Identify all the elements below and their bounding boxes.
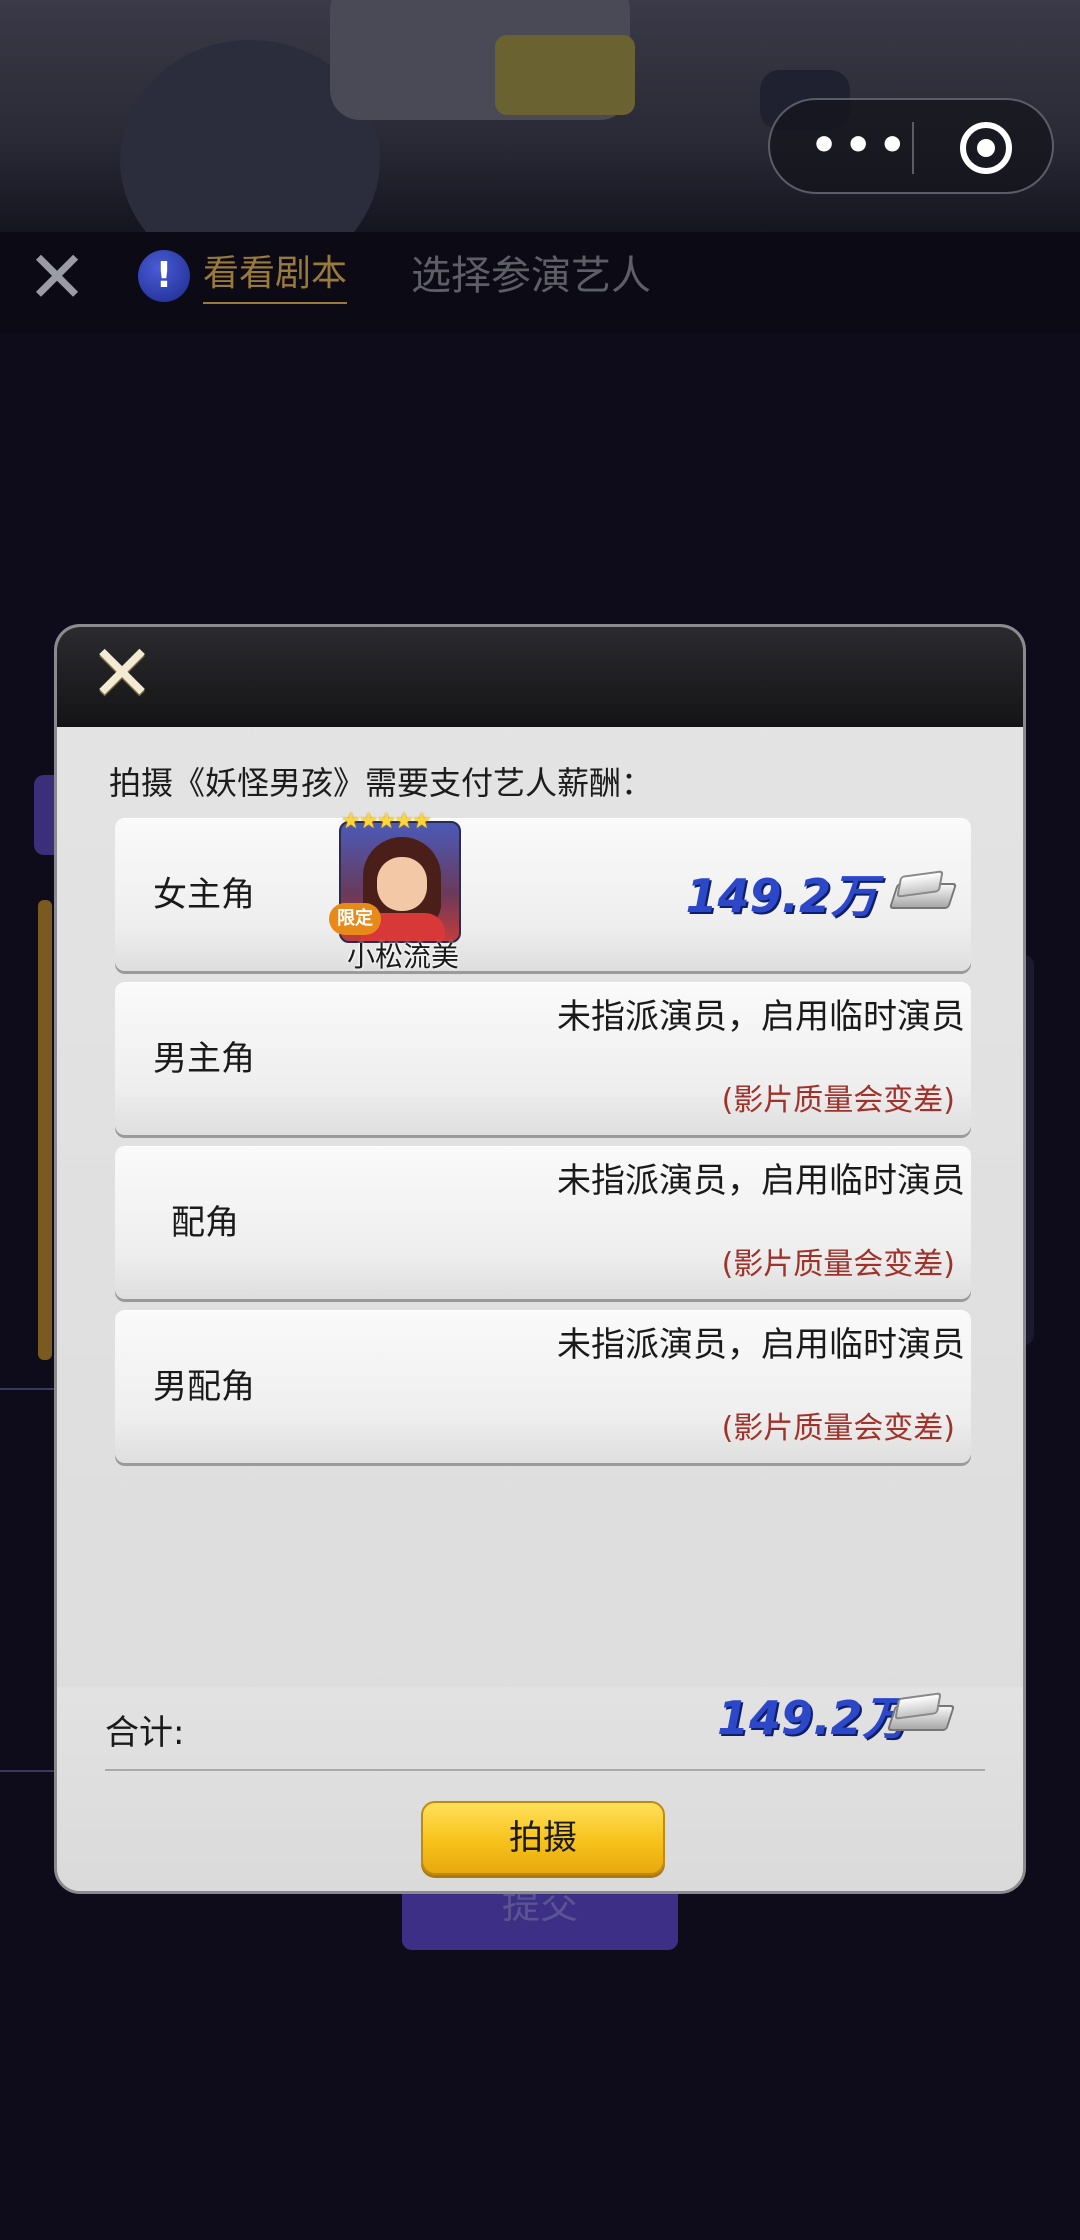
scene-shape (495, 35, 635, 115)
close-icon[interactable]: ✕ (22, 241, 92, 313)
divider (105, 1769, 985, 1771)
more-icon[interactable]: ••• (810, 118, 912, 174)
quality-warning: (影片质量会变差) (721, 1411, 955, 1446)
quality-warning: (影片质量会变差) (721, 1083, 955, 1118)
role-status: 未指派演员，启用临时演员 (557, 1161, 965, 1201)
role-status: 未指派演员，启用临时演员 (557, 1325, 965, 1365)
money-stack-icon (886, 1681, 956, 1735)
money-stack-icon (888, 859, 958, 913)
role-label: 男主角 (153, 1039, 255, 1079)
role-status: 未指派演员，启用临时演员 (557, 997, 965, 1037)
limited-badge: 限定 (329, 903, 381, 935)
background-decoration (38, 900, 52, 1360)
role-label: 女主角 (153, 875, 255, 915)
close-icon[interactable]: ✕ (85, 635, 159, 713)
total-price: 149.2万 (717, 1691, 909, 1745)
role-row-supporting-actor[interactable]: 男配角 未指派演员，启用临时演员 (影片质量会变差) (115, 1311, 971, 1463)
role-label: 男配角 (153, 1367, 255, 1407)
info-icon[interactable]: ! (138, 250, 190, 302)
role-label: 配角 (171, 1203, 239, 1243)
dialog-body: 拍摄《妖怪男孩》需要支付艺人薪酬： 女主角 ★★★★★ 限定 小松流美 149.… (57, 727, 1023, 1891)
divider (0, 1770, 60, 1772)
page-title: 选择参演艺人 (411, 253, 651, 299)
role-row-supporting[interactable]: 配角 未指派演员，启用临时演员 (影片质量会变差) (115, 1147, 971, 1299)
view-script-link[interactable]: 看看剧本 (203, 252, 348, 304)
capsule-divider (912, 122, 914, 174)
avatar-art (377, 857, 427, 911)
role-row-lead-actor[interactable]: 男主角 未指派演员，启用临时演员 (影片质量会变差) (115, 983, 971, 1135)
role-row-lead-actress[interactable]: 女主角 ★★★★★ 限定 小松流美 149.2万 (115, 809, 971, 973)
quality-warning: (影片质量会变差) (721, 1247, 955, 1282)
shoot-button[interactable]: 拍摄 (421, 1801, 665, 1875)
role-price: 149.2万 (685, 869, 877, 923)
star-rating: ★★★★★ (341, 809, 432, 834)
payment-description: 拍摄《妖怪男孩》需要支付艺人薪酬： (109, 764, 654, 802)
target-icon[interactable] (960, 122, 1012, 174)
mini-program-capsule: ••• (768, 98, 1054, 194)
divider (0, 1388, 60, 1390)
payment-dialog: ✕ 拍摄《妖怪男孩》需要支付艺人薪酬： 女主角 ★★★★★ 限定 小松流美 14… (54, 624, 1026, 1894)
dialog-header: ✕ (57, 627, 1023, 727)
total-label: 合计: (105, 1713, 185, 1753)
actor-name: 小松流美 (346, 940, 459, 973)
background-decoration (34, 775, 54, 855)
